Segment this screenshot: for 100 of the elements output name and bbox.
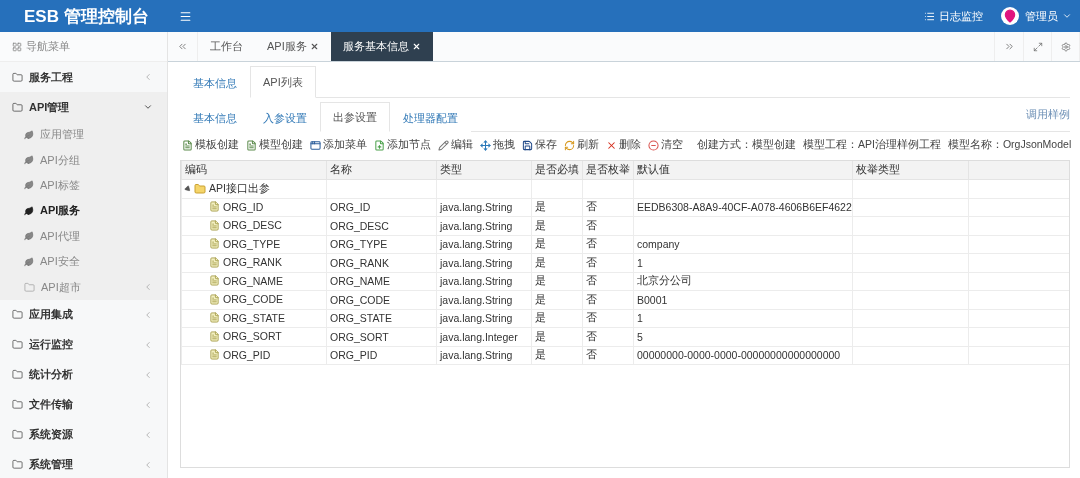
clear-icon: [648, 139, 659, 151]
table-cell: ORG_STATE: [330, 312, 393, 325]
column-header[interactable]: 默认值: [633, 161, 853, 180]
page-tab[interactable]: API服务: [255, 32, 331, 61]
table-cell: 是: [535, 200, 546, 213]
sidebar-item[interactable]: 统计分析: [0, 359, 167, 390]
toolbar-button[interactable]: 添加节点: [374, 138, 431, 152]
toolbar-button[interactable]: 模板创建: [182, 138, 239, 152]
refresh-icon: [564, 139, 575, 151]
folder-icon: [12, 369, 23, 381]
node-label: ORG_DESC: [223, 219, 282, 231]
column-header[interactable]: 是否必填: [531, 161, 583, 180]
toolbar-button[interactable]: 清空: [648, 138, 683, 152]
table-cell: java.lang.String: [440, 312, 513, 325]
folder-icon: [12, 459, 23, 471]
table-cell: 否: [586, 200, 597, 213]
toolbar-button[interactable]: 删除: [606, 138, 641, 152]
menu-icon[interactable]: [179, 9, 192, 23]
close-icon[interactable]: [411, 42, 421, 51]
table-cell: 否: [586, 311, 597, 324]
file-icon: [209, 349, 220, 360]
column-header[interactable]: 是否枚举: [582, 161, 634, 180]
node-label: ORG_SORT: [223, 330, 282, 342]
table-cell: 是: [535, 255, 546, 268]
sidebar-item[interactable]: 运行监控: [0, 329, 167, 360]
column-header[interactable]: 枚举类型: [852, 161, 969, 180]
column-header[interactable]: 编码: [181, 161, 327, 180]
sub-tab[interactable]: 出参设置: [320, 102, 390, 132]
sidebar-item[interactable]: 应用集成: [0, 299, 167, 330]
table-cell: 否: [586, 218, 597, 231]
model-info: 模型工程：API治理样例工程: [803, 138, 941, 152]
model-info: 模型名称：OrgJsonModel: [947, 138, 1072, 152]
node-label: ORG_TYPE: [223, 237, 281, 250]
file-icon: [209, 293, 220, 305]
sidebar-item[interactable]: API管理: [0, 92, 167, 122]
sample-link[interactable]: 调用样例: [1026, 107, 1070, 122]
file-icon: [209, 201, 220, 212]
table-cell: 是: [535, 329, 546, 342]
sidebar-item[interactable]: 文件传输: [0, 389, 167, 420]
leaf-icon: [24, 231, 34, 242]
user-menu[interactable]: 管理员: [1025, 8, 1072, 24]
table-cell: java.lang.String: [440, 293, 513, 306]
sidebar-item[interactable]: 系统管理: [0, 449, 167, 478]
toolbar-button[interactable]: 编辑: [438, 138, 473, 152]
table-cell: 1: [637, 256, 643, 269]
grid-icon: [12, 41, 22, 52]
file-icon: [209, 312, 220, 323]
column-header[interactable]: 类型: [436, 161, 532, 180]
table-cell: java.lang.String: [440, 238, 513, 251]
table-cell: 否: [586, 255, 597, 268]
table-cell: 否: [586, 329, 597, 342]
table-cell: 是: [535, 311, 546, 324]
toolbar-button[interactable]: 添加菜单: [310, 138, 367, 152]
save-icon: [522, 139, 533, 151]
sidebar-item[interactable]: 系统资源: [0, 419, 167, 450]
toolbar-button[interactable]: 刷新: [564, 138, 599, 152]
sidebar-title: 导航菜单: [26, 39, 70, 54]
toolbar-button[interactable]: 模型创建: [246, 138, 303, 152]
table-cell: java.lang.String: [440, 201, 513, 214]
table-cell: 否: [586, 274, 597, 287]
table-cell: 北京分公司: [637, 274, 692, 287]
template-icon: [182, 139, 193, 151]
folder-icon: [12, 429, 23, 441]
page-tab[interactable]: 工作台: [198, 32, 255, 61]
leaf-icon: [24, 129, 34, 140]
table-cell: java.lang.String: [440, 256, 513, 269]
toolbar-button[interactable]: 保存: [522, 138, 557, 152]
node-label: ORG_ID: [223, 200, 264, 213]
chevron-left-icon: [143, 459, 153, 470]
node-label: ORG_RANK: [223, 256, 282, 268]
file-icon: [209, 330, 220, 342]
header-link[interactable]: 日志监控: [924, 8, 983, 24]
table-cell: B0001: [637, 293, 668, 306]
table-cell: 否: [586, 237, 597, 250]
close-icon[interactable]: [309, 42, 319, 51]
table-cell: 是: [535, 274, 546, 287]
sidebar-item[interactable]: 服务工程: [0, 62, 167, 92]
template-icon: [246, 139, 257, 151]
sidebar-subitem[interactable]: API服务: [0, 198, 167, 224]
node-label: API接口出参: [209, 181, 270, 196]
table-cell: EEDB6308-A8A9-40CF-A078-4606B6EF4622: [637, 201, 852, 214]
content-tab[interactable]: API列表: [250, 66, 316, 98]
edit-icon: [438, 139, 449, 151]
file-icon: [209, 275, 220, 286]
avatar[interactable]: [1001, 7, 1019, 25]
node-label: ORG_NAME: [223, 274, 284, 287]
table-cell: 5: [637, 330, 643, 343]
table-cell: 是: [535, 237, 546, 250]
caret-icon: [1062, 11, 1072, 21]
app-title: ESB 管理控制台: [23, 5, 150, 28]
chevron-down-icon: [143, 102, 153, 112]
folder-icon: [12, 101, 23, 113]
page-tab[interactable]: 服务基本信息: [330, 32, 433, 61]
double-chevron-right-icon: [1003, 41, 1015, 52]
table-cell: ORG_PID: [330, 349, 378, 362]
column-header[interactable]: 名称: [326, 161, 437, 180]
toolbar-button[interactable]: 拖拽: [480, 138, 515, 152]
settings-icon: [1060, 41, 1071, 52]
table-cell: java.lang.String: [440, 349, 513, 362]
expand-arrow-icon[interactable]: [183, 184, 193, 193]
